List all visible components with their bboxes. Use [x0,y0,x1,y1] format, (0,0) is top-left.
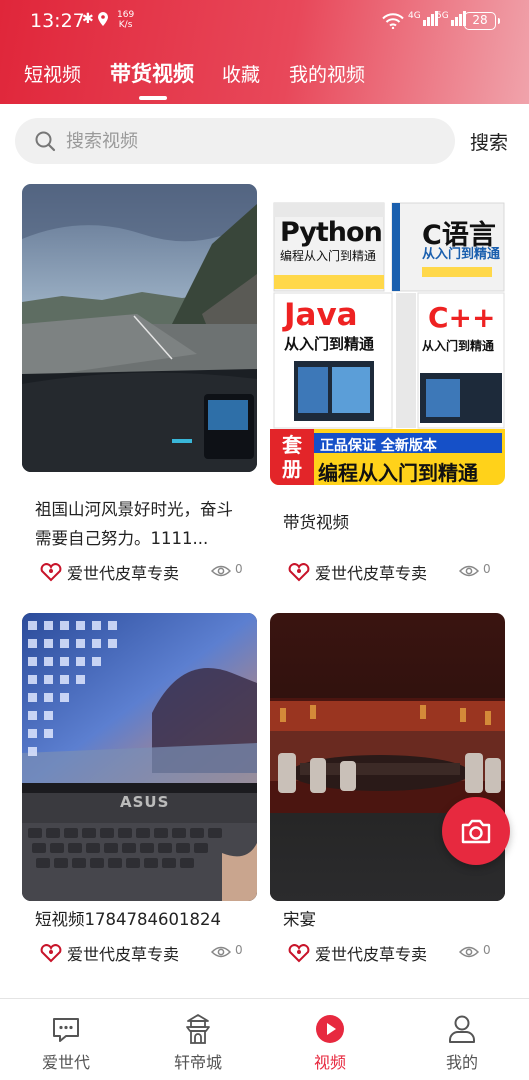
battery-icon: 28 [464,12,500,30]
view-count: 0 [235,943,243,957]
video-title[interactable]: 短视频1784784601824 [35,905,245,934]
nav-label: 视频 [313,1053,346,1072]
shop-name[interactable]: 爱世代皮草专卖 [67,941,179,965]
location-icon [98,12,108,26]
camera-button[interactable] [442,797,510,865]
eye-icon [459,565,479,577]
search-icon [35,131,56,152]
video-feed: 祖国山河风景好时光，奋斗需要自己努力。1111... 爱世代皮草专卖 0 Pyt… [0,180,529,998]
book-java-title: Java [284,297,358,333]
shop-logo-icon [288,944,310,963]
status-time: 13:27 [30,10,85,32]
nav-label: 轩帝城 [173,1053,222,1072]
speed-value: 169 [117,10,135,20]
video-thumbnail[interactable]: ASUS [22,613,257,901]
book-cpp-title: C++ [428,301,496,334]
search-input[interactable] [66,118,436,164]
nav-item-aishidai[interactable]: 爱世代 [0,999,132,1080]
network-speed: 169 K/s [117,10,134,30]
tab-product-video[interactable]: 带货视频 [110,58,194,88]
shop-logo-icon [288,563,310,582]
laptop-brand-label: ASUS [120,793,170,811]
palace-icon [186,1014,210,1044]
video-meta: 爱世代皮草专卖 0 [35,560,250,584]
book-cpp-subtitle: 从入门到精通 [422,339,495,353]
video-meta: 爱世代皮草专卖 0 [35,941,250,965]
tab-favorites[interactable]: 收藏 [222,60,260,87]
network-type-2: 5G [436,11,449,21]
speed-unit: K/s [118,20,133,30]
eye-icon [211,565,231,577]
nav-label: 我的 [445,1053,478,1072]
video-card[interactable]: 祖国山河风景好时光，奋斗需要自己努力。1111... 爱世代皮草专卖 0 [22,184,257,584]
category-tabs: 短视频 带货视频 收藏 我的视频 [0,56,529,100]
shop-name[interactable]: 爱世代皮草专卖 [67,560,179,584]
video-meta: 爱世代皮草专卖 0 [283,941,498,965]
signal-5g-icon: 5G [436,11,466,26]
view-count: 0 [483,943,491,957]
shop-logo-icon [40,944,62,963]
road-scene-image [22,184,257,472]
video-meta: 爱世代皮草专卖 0 [283,560,498,584]
search-bar: 搜索 [0,104,529,180]
shop-logo-icon [40,563,62,582]
shop-name[interactable]: 爱世代皮草专卖 [315,560,427,584]
video-card[interactable]: ASUS 短视频1784784601824 爱世代皮草专卖 0 [22,613,257,993]
book-python-title: Python [280,217,383,248]
banner-line-2: 编程从入门到精通 [318,461,478,485]
tab-short-video[interactable]: 短视频 [24,60,81,87]
chat-icon [53,1018,79,1042]
video-play-icon [316,1015,344,1043]
signal-4g-icon: 4G [408,11,438,26]
bottom-nav: 爱世代 轩帝城 视频 我的 [0,998,529,1080]
tab-my-videos[interactable]: 我的视频 [289,60,365,87]
video-card[interactable]: Python 编程从入门到精通 C语言 从入门到精通 Java 从入门到精通 C… [270,197,505,584]
search-box[interactable] [15,118,455,164]
banner-line-1: 正品保证 全新版本 [320,438,437,454]
video-title[interactable]: 宋宴 [283,905,493,934]
shop-name[interactable]: 爱世代皮草专卖 [315,941,427,965]
laptop-desktop-image [22,613,257,901]
status-bar: 13:27 ✱ 169 K/s 4G 5G 28 [0,0,529,44]
banner-badge: 套册 [282,433,302,481]
search-button[interactable]: 搜索 [470,128,508,155]
nav-label: 爱世代 [41,1053,90,1072]
camera-icon [461,819,491,844]
video-title[interactable]: 带货视频 [283,508,493,537]
app-header: 13:27 ✱ 169 K/s 4G 5G 28 短视频 带货视频 收藏 我的视… [0,0,529,104]
video-title[interactable]: 祖国山河风景好时光，奋斗需要自己努力。1111... [35,495,245,553]
wifi-icon [382,13,404,29]
network-type-1: 4G [408,11,421,21]
book-java-subtitle: 从入门到精通 [284,335,375,353]
bluetooth-icon: ✱ [82,11,94,27]
person-icon [449,1015,475,1043]
view-count: 0 [235,562,243,576]
nav-item-xuandicheng[interactable]: 轩帝城 [132,999,264,1080]
view-count: 0 [483,562,491,576]
book-python-subtitle: 编程从入门到精通 [280,249,377,263]
book-c-subtitle: 从入门到精通 [422,247,501,262]
eye-icon [211,946,231,958]
video-thumbnail[interactable] [22,184,257,472]
nav-item-video[interactable]: 视频 [264,999,396,1080]
active-tab-indicator [139,96,167,100]
eye-icon [459,946,479,958]
video-thumbnail[interactable]: Python 编程从入门到精通 C语言 从入门到精通 Java 从入门到精通 C… [270,197,505,485]
nav-item-mine[interactable]: 我的 [396,999,528,1080]
